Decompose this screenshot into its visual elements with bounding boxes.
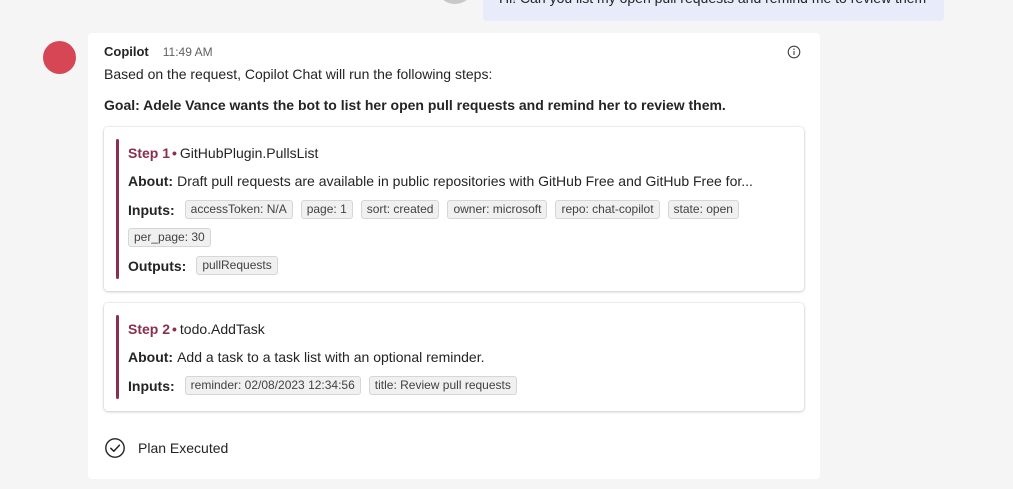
step-title: Step 2 • todo.AddTask [128,321,265,337]
plan-step-card: Step 2 • todo.AddTask About: Add a task to… [104,303,804,411]
about-label: About: [128,349,174,365]
step-about-text: Add a task to a task list with an option… [177,349,485,365]
step-accent-bar [116,315,119,399]
plan-step-card: Step 1 • GitHubPlugin.PullsList About: Dra… [104,127,804,291]
inputs-label: Inputs: [128,377,175,394]
input-param-tag: sort: created [360,200,440,219]
input-param-tag: page: 1 [300,200,353,219]
bot-name: Copilot [104,44,149,59]
plan-intro-text: Based on the request, Copilot Chat will … [104,66,493,82]
step-about-text: Draft pull requests are available in pub… [177,173,753,189]
user-message-text: Hi! Can you list my open pull requests a… [499,0,928,12]
input-param-tag: owner: microsoft [447,200,548,219]
bot-avatar [43,41,76,74]
step-separator: • [172,145,177,161]
plan-status-text: Plan Executed [138,440,229,456]
input-param-tag: title: Review pull requests [368,376,517,395]
step-plugin-name: GitHubPlugin.PullsList [179,145,319,161]
bot-message-card: Copilot 11:49 AM Based on the request, C… [88,33,820,479]
chat-view: Hi! Can you list my open pull requests a… [0,0,1013,489]
input-param-tag: per_page: 30 [128,228,211,247]
input-param-tag: state: open [667,200,739,219]
input-param-tag: repo: chat-copilot [555,200,660,219]
message-timestamp: 11:49 AM [162,45,213,59]
step-inputs-row-wrap: per_page: 30 [124,228,215,247]
user-avatar [440,0,470,4]
plan-goal-text: Goal: Adele Vance wants the bot to list … [104,97,726,113]
inputs-label: Inputs: [128,201,175,218]
bot-message-header: Copilot 11:49 AM [104,44,213,59]
user-message-bubble: Hi! Can you list my open pull requests a… [483,0,944,21]
input-param-tag: accessToken: N/A [184,200,293,219]
output-param-tag: pullRequests [196,256,278,275]
step-number: Step 1 [128,145,171,161]
check-circle-icon [105,438,125,458]
step-about-row: About: Draft pull requests are available… [128,173,753,189]
about-label: About: [128,173,174,189]
outputs-label: Outputs: [128,257,187,274]
step-plugin-name: todo.AddTask [179,321,265,337]
step-separator: • [172,321,177,337]
step-inputs-row: Inputs: accessToken: N/A page: 1 sort: c… [128,200,743,219]
step-accent-bar [116,139,119,279]
step-about-row: About: Add a task to a task list with an… [128,349,484,365]
step-title: Step 1 • GitHubPlugin.PullsList [128,145,318,161]
step-number: Step 2 [128,321,171,337]
info-icon[interactable] [787,45,801,59]
step-outputs-row: Outputs: pullRequests [128,256,282,275]
plan-status: Plan Executed [104,437,228,459]
step-inputs-row: Inputs: reminder: 02/08/2023 12:34:56 ti… [128,376,521,395]
input-param-tag: reminder: 02/08/2023 12:34:56 [184,376,361,395]
